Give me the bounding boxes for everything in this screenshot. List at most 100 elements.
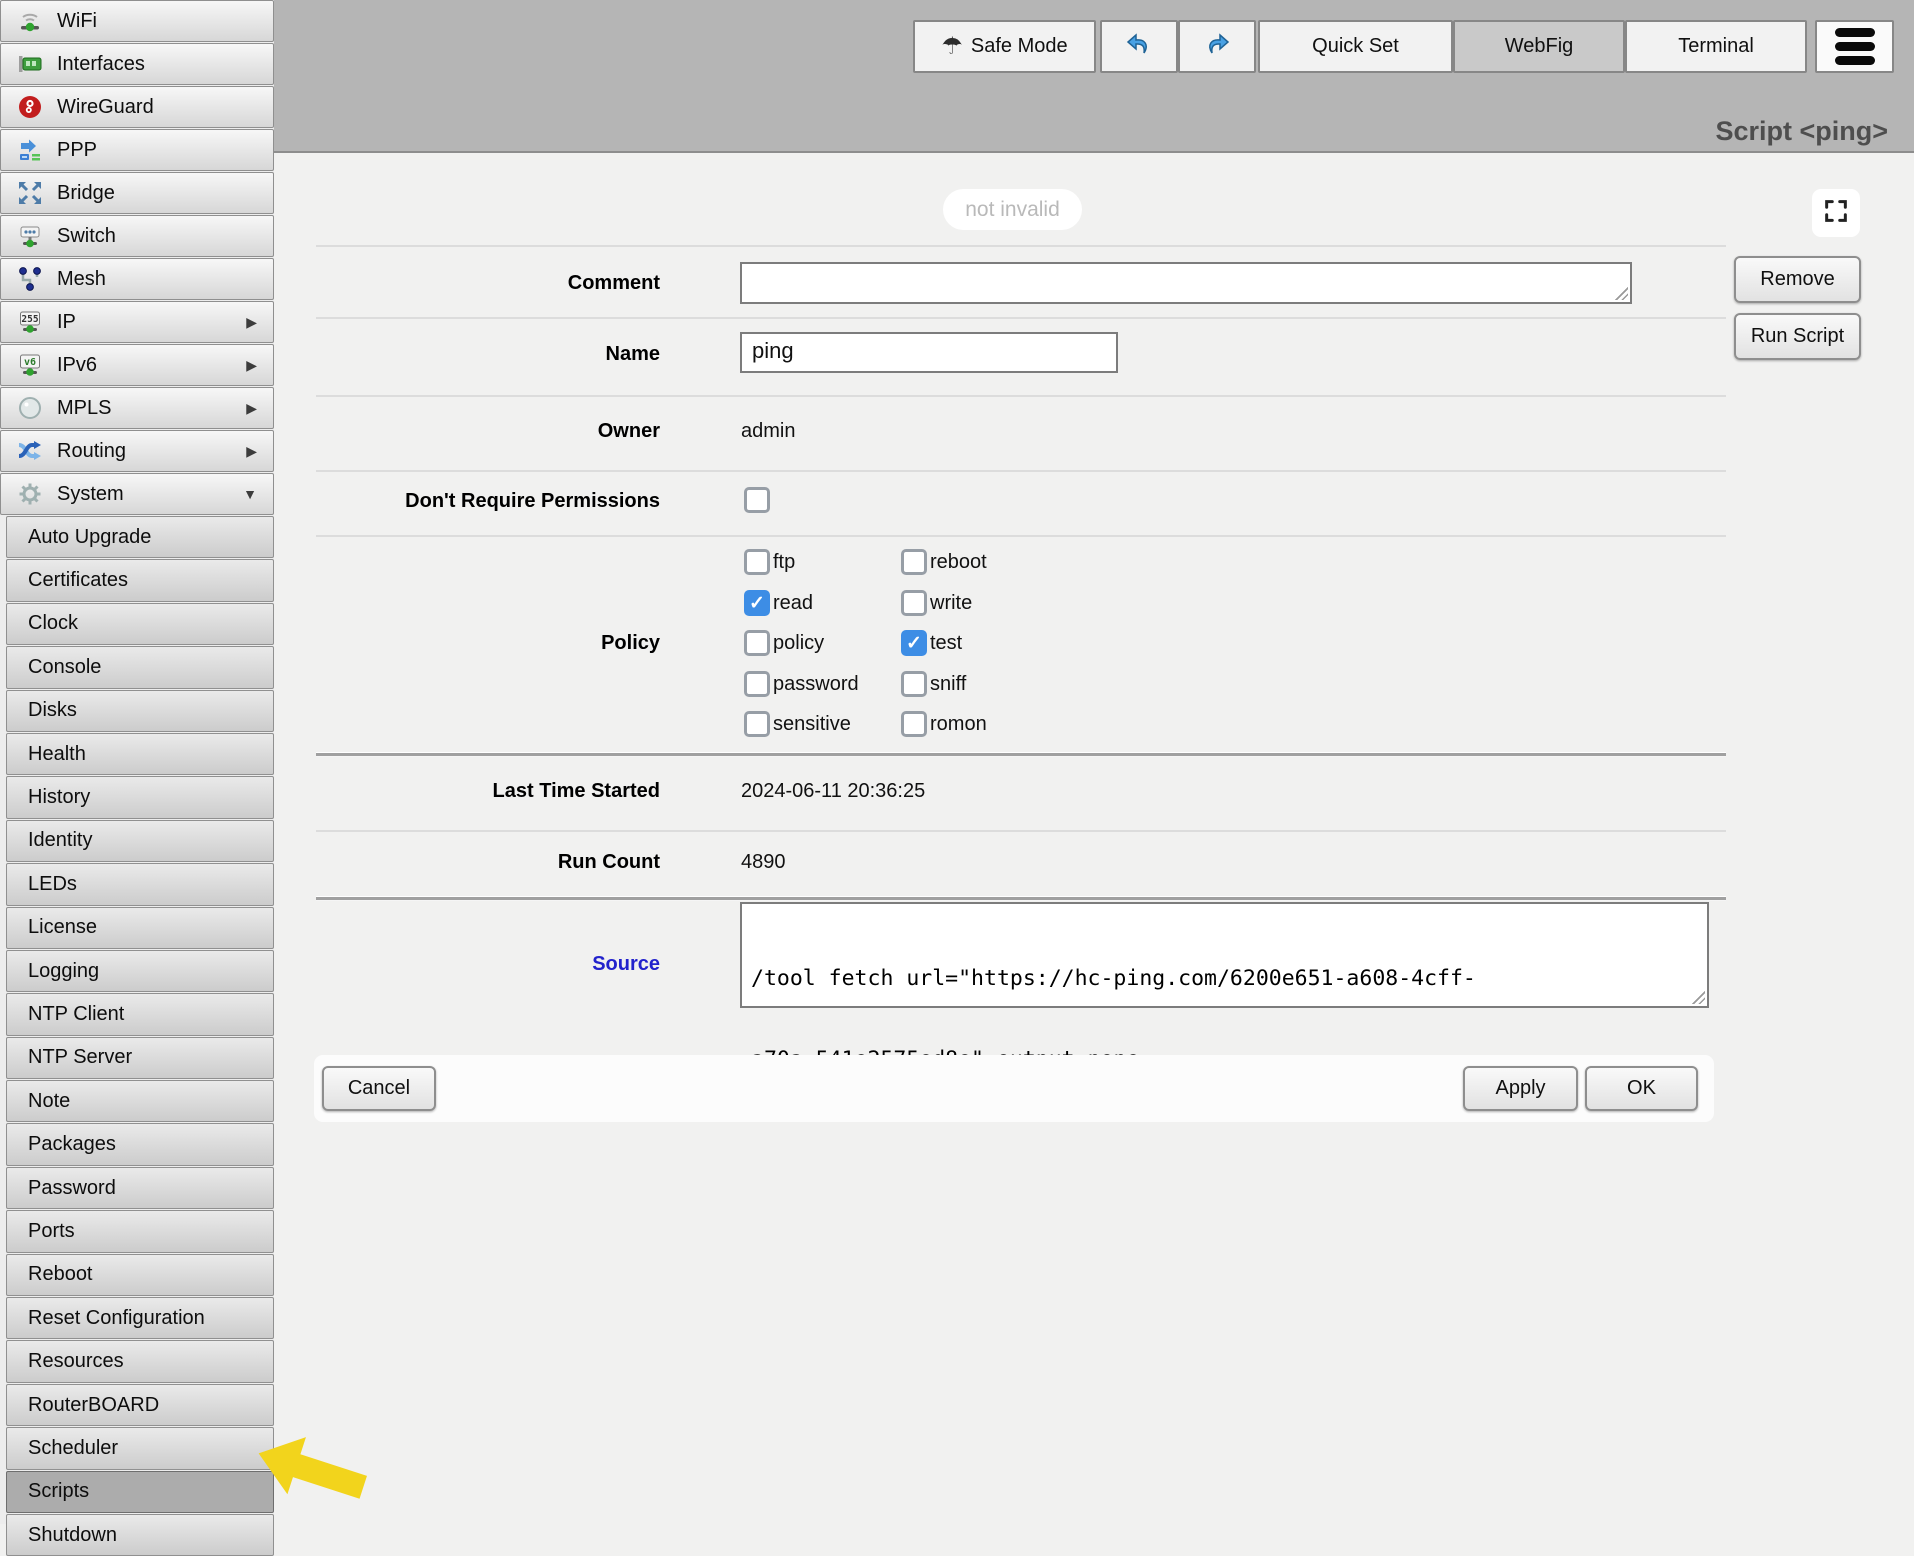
svg-text:255: 255 (21, 314, 38, 325)
sidebar-item-reset-configuration[interactable]: Reset Configuration (6, 1297, 274, 1339)
terminal-label: Terminal (1678, 35, 1754, 58)
divider (316, 535, 1726, 537)
sidebar-item-disks[interactable]: Disks (6, 690, 274, 732)
sidebar-item-reboot[interactable]: Reboot (6, 1254, 274, 1296)
sidebar-item-scheduler[interactable]: Scheduler (6, 1427, 274, 1469)
sidebar-item-shutdown[interactable]: Shutdown (6, 1514, 274, 1556)
policy-item-reboot: reboot (901, 549, 987, 575)
sidebar-item-system[interactable]: System ▼ (0, 473, 274, 515)
last-time-started-label: Last Time Started (300, 780, 660, 803)
cancel-button[interactable]: Cancel (322, 1066, 436, 1111)
source-label[interactable]: Source (300, 953, 660, 976)
sidebar-item-wireguard[interactable]: WireGuard (0, 86, 274, 128)
sidebar-item-routing[interactable]: Routing ▶ (0, 430, 274, 472)
sidebar-item-scripts[interactable]: Scripts (6, 1471, 274, 1513)
name-input[interactable]: ping (740, 332, 1118, 373)
resize-handle-icon[interactable] (1613, 285, 1628, 300)
dont-require-permissions-checkbox[interactable] (744, 487, 770, 513)
sidebar-item-health[interactable]: Health (6, 733, 274, 775)
apply-button[interactable]: Apply (1463, 1066, 1578, 1111)
wireguard-icon (14, 91, 46, 123)
policy-item-write: write (901, 590, 972, 616)
policy-item-ftp: ftp (744, 549, 795, 575)
sidebar-item-ipv6[interactable]: v6 IPv6 ▶ (0, 344, 274, 386)
quick-set-label: Quick Set (1312, 35, 1399, 58)
divider (316, 245, 1726, 247)
webfig-label: WebFig (1505, 35, 1574, 58)
sidebar-item-auto-upgrade[interactable]: Auto Upgrade (6, 516, 274, 558)
fullscreen-icon (1822, 197, 1850, 230)
sensitive-checkbox[interactable] (744, 711, 770, 737)
sidebar-item-ntp-server[interactable]: NTP Server (6, 1037, 274, 1079)
sidebar-item-resources[interactable]: Resources (6, 1340, 274, 1382)
switch-icon (14, 220, 46, 252)
remove-button[interactable]: Remove (1734, 256, 1861, 303)
sidebar-item-identity[interactable]: Identity (6, 820, 274, 862)
sidebar-item-clock[interactable]: Clock (6, 603, 274, 645)
last-time-started-value: 2024-06-11 20:36:25 (741, 780, 925, 803)
reboot-checkbox[interactable] (901, 549, 927, 575)
ok-button[interactable]: OK (1585, 1066, 1698, 1111)
name-label: Name (300, 343, 660, 366)
sidebar-item-console[interactable]: Console (6, 646, 274, 688)
routing-icon (14, 435, 46, 467)
sidebar-item-packages[interactable]: Packages (6, 1123, 274, 1165)
sidebar-item-certificates[interactable]: Certificates (6, 559, 274, 601)
safe-mode-label: Safe Mode (971, 35, 1068, 58)
owner-value: admin (741, 420, 795, 443)
bridge-icon (14, 177, 46, 209)
section-divider (316, 752, 1726, 757)
ftp-checkbox[interactable] (744, 549, 770, 575)
sidebar-item-history[interactable]: History (6, 776, 274, 818)
sidebar-item-license[interactable]: License (6, 907, 274, 949)
sidebar-item-switch[interactable]: Switch (0, 215, 274, 257)
comment-label: Comment (300, 272, 660, 295)
policy-item-policy: policy (744, 630, 824, 656)
sniff-checkbox[interactable] (901, 671, 927, 697)
umbrella-icon: ☂ (941, 35, 963, 59)
sidebar-item-note[interactable]: Note (6, 1080, 274, 1122)
sidebar-item-wifi[interactable]: WiFi (0, 0, 274, 42)
write-checkbox[interactable] (901, 590, 927, 616)
sidebar-item-routerboard[interactable]: RouterBOARD (6, 1384, 274, 1426)
sidebar-item-leds[interactable]: LEDs (6, 863, 274, 905)
sidebar-item-mpls[interactable]: MPLS ▶ (0, 387, 274, 429)
run-count-label: Run Count (300, 851, 660, 874)
sidebar-item-mesh[interactable]: Mesh (0, 258, 274, 300)
comment-input[interactable] (740, 262, 1632, 304)
owner-label: Owner (300, 420, 660, 443)
policy-checkbox[interactable] (744, 630, 770, 656)
read-checkbox[interactable] (744, 590, 770, 616)
wifi-icon (14, 5, 46, 37)
sidebar-item-interfaces[interactable]: Interfaces (0, 43, 274, 85)
sidebar-item-ppp[interactable]: PPP (0, 129, 274, 171)
test-checkbox[interactable] (901, 630, 927, 656)
expand-button[interactable] (1812, 189, 1860, 237)
tab-terminal[interactable]: Terminal (1625, 20, 1807, 73)
mesh-icon (14, 263, 46, 295)
menu-button[interactable] (1815, 20, 1894, 73)
sidebar-item-ip[interactable]: 255 IP ▶ (0, 301, 274, 343)
mpls-icon (14, 392, 46, 424)
sidebar-item-ntp-client[interactable]: NTP Client (6, 993, 274, 1035)
password-checkbox[interactable] (744, 671, 770, 697)
safe-mode-button[interactable]: ☂ Safe Mode (913, 20, 1096, 73)
system-submenu: Auto Upgrade Certificates Clock Console … (6, 516, 274, 1556)
resize-handle-icon[interactable] (1690, 989, 1705, 1004)
source-textarea[interactable]: /tool fetch url="https://hc-ping.com/620… (740, 902, 1709, 1008)
sidebar-item-bridge[interactable]: Bridge (0, 172, 274, 214)
romon-checkbox[interactable] (901, 711, 927, 737)
sidebar-item-password[interactable]: Password (6, 1167, 274, 1209)
status-badge: not invalid (943, 189, 1082, 230)
tab-quick-set[interactable]: Quick Set (1258, 20, 1453, 73)
redo-button[interactable] (1178, 20, 1256, 73)
policy-item-romon: romon (901, 711, 987, 737)
sidebar-item-logging[interactable]: Logging (6, 950, 274, 992)
ip-icon: 255 (14, 306, 46, 338)
sidebar-item-ports[interactable]: Ports (6, 1210, 274, 1252)
tab-webfig[interactable]: WebFig (1453, 20, 1625, 73)
policy-item-sniff: sniff (901, 671, 966, 697)
undo-button[interactable] (1100, 20, 1178, 73)
run-script-button[interactable]: Run Script (1734, 313, 1861, 360)
section-divider (316, 896, 1726, 901)
